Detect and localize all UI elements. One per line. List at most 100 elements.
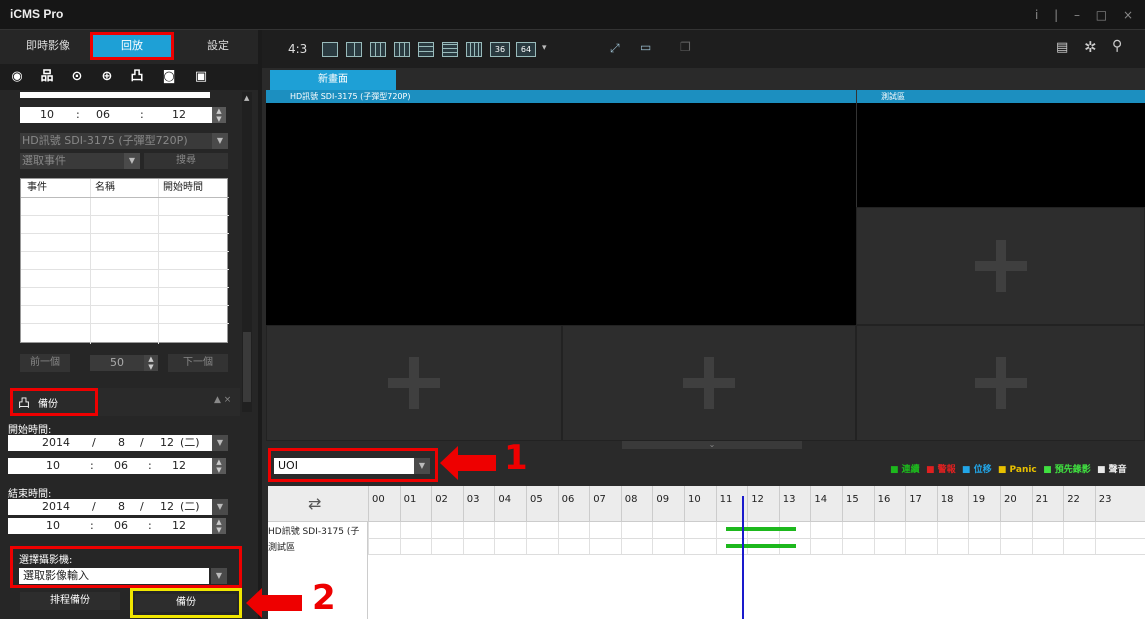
legend-continuous: ■ 連續 [890, 465, 920, 475]
hour-label: 10 [684, 486, 715, 522]
window-icon[interactable]: ❐ [680, 40, 691, 54]
group-dropdown[interactable]: UOI [274, 458, 414, 474]
refresh-icon[interactable]: ⇄ [308, 494, 321, 513]
recording-bar[interactable] [726, 527, 796, 531]
start-time-spinner[interactable]: ▲ ▼ [212, 458, 226, 474]
hour-label: 04 [494, 486, 525, 522]
prev-button[interactable]: 前一個 [20, 354, 70, 372]
add-channel-icon [974, 240, 1027, 292]
zoom-icon[interactable]: ⊕ [98, 68, 116, 86]
page-field[interactable]: 50 [90, 355, 144, 371]
layout-16-icon[interactable] [466, 42, 482, 57]
start-time-field[interactable]: 10 : 06 : 12 [8, 458, 212, 474]
window-controls[interactable]: i | – □ × [1035, 8, 1139, 22]
next-button[interactable]: 下一個 [168, 354, 228, 372]
chevron-down-icon[interactable]: ▼ [211, 568, 227, 584]
channel-2-view[interactable]: 測試區 [856, 90, 1145, 207]
event-select[interactable]: 選取事件 [20, 153, 124, 169]
layout-6-icon[interactable] [370, 42, 386, 57]
hour-label: 16 [873, 486, 905, 522]
search-icon[interactable]: ⚲ [1112, 38, 1122, 54]
chevron-down-icon[interactable]: ▼ [212, 133, 228, 149]
hour-label: 05 [526, 486, 557, 522]
layout-36-icon[interactable]: 36 [490, 42, 510, 57]
chevron-down-icon[interactable]: ▼ [414, 458, 430, 474]
time-spinner[interactable]: ▲ ▼ [212, 107, 226, 123]
empty-channel-slot[interactable] [856, 207, 1145, 325]
column-header-event[interactable]: 事件 [27, 179, 47, 197]
annotation-number-1: 1 [504, 438, 528, 478]
empty-channel-slot[interactable] [856, 325, 1145, 441]
end-time-label: 結束時間: [8, 489, 52, 500]
camera-select[interactable]: HD訊號 SDI-3175 (子彈型720P) [20, 133, 212, 149]
backup-icon[interactable]: 凸 [128, 68, 146, 86]
scrollbar[interactable]: ▲ [242, 92, 252, 412]
calendar-dropdown-icon[interactable]: ▼ [212, 435, 228, 451]
search-button[interactable]: 搜尋 [144, 153, 228, 169]
minute-value: 06 [96, 108, 110, 121]
tab-settings[interactable]: 設定 [188, 34, 248, 58]
backup-button[interactable]: 備份 [135, 594, 237, 612]
layout-more-icon[interactable]: ▾ [542, 43, 547, 53]
hour-label: 20 [1000, 486, 1031, 522]
end-time-field[interactable]: 10 : 06 : 12 [8, 518, 212, 534]
hour-label: 22 [1063, 486, 1094, 522]
hour-label: 07 [589, 486, 620, 522]
monitor-icon[interactable]: ▣ [192, 68, 210, 86]
empty-channel-slot[interactable] [266, 325, 562, 441]
tab-new-view[interactable]: 新畫面 [270, 70, 396, 90]
add-channel-icon [388, 357, 440, 409]
end-month: 8 [118, 500, 125, 513]
tab-live-view[interactable]: 即時影像 [18, 34, 78, 58]
keyboard-icon[interactable]: ▤ [1056, 40, 1068, 55]
layout-64-icon[interactable]: 64 [516, 42, 536, 57]
dropdown-highlight: UOI ▼ [268, 448, 438, 482]
playhead[interactable] [742, 496, 744, 619]
event-table: 事件 名稱 開始時間 [20, 178, 229, 344]
collapse-icon[interactable]: ▲ × [214, 395, 231, 405]
end-date-field[interactable]: 2014 / 8 / 12 (二) [8, 499, 212, 515]
multi-monitor-icon[interactable]: ▭ [640, 40, 651, 54]
hour-label: 14 [810, 486, 841, 522]
recording-bar[interactable] [726, 544, 796, 548]
tab-playback[interactable]: 回放 [90, 32, 174, 60]
hour-label: 21 [1031, 486, 1063, 522]
end-day: 12 [160, 500, 174, 513]
expand-icon[interactable]: ⤢ [610, 41, 620, 56]
chevron-down-icon[interactable]: ▼ [124, 153, 140, 169]
layout-13-icon[interactable] [442, 42, 458, 57]
end-time-spinner[interactable]: ▲ ▼ [212, 518, 226, 534]
eye-icon[interactable]: ◉ [8, 68, 26, 86]
start-date-field[interactable]: 2014 / 8 / 12 (二) [8, 435, 212, 451]
backup-header[interactable]: 凸 備份 ▲ × [10, 388, 240, 416]
empty-channel-slot[interactable] [562, 325, 856, 441]
network-icon[interactable]: 品 [38, 68, 56, 86]
legend-panic: ■ Panic [997, 465, 1037, 475]
timeline[interactable]: ⇄ 00 01 02 03 04 05 06 07 08 09 10 11 12 13 14 15 16 17 18… [268, 486, 1145, 619]
schedule-backup-button[interactable]: 排程備份 [20, 592, 120, 610]
row-label-2: 測試區 [268, 543, 296, 553]
layout-1-icon[interactable] [322, 42, 338, 57]
gear-icon[interactable]: ✲ [1084, 38, 1097, 56]
column-header-start-time[interactable]: 開始時間 [163, 179, 203, 197]
end-year: 2014 [42, 500, 70, 513]
end-second: 12 [172, 519, 186, 532]
layout-9-icon[interactable] [394, 42, 410, 57]
column-header-name[interactable]: 名稱 [95, 179, 115, 197]
app-window: iCMS Pro i | – □ × 即時影像 回放 設定 ◉ 品 ⊙ ⊕ 凸 … [0, 0, 1145, 619]
collapse-handle[interactable]: ⌄ [622, 441, 802, 449]
page-spinner[interactable]: ▲ ▼ [144, 355, 158, 371]
channel-1-view[interactable]: HD訊號 SDI-3175 (子彈型720P) [266, 90, 856, 325]
layout-10-icon[interactable] [418, 42, 434, 57]
play-circle-icon[interactable]: ⊙ [68, 68, 86, 86]
camera-icon[interactable]: ◙ [160, 68, 178, 86]
search-time-field[interactable]: 10 : 06 : 12 [20, 107, 212, 123]
layout-4-icon[interactable] [346, 42, 362, 57]
backup-title: 備份 [38, 399, 58, 410]
hour-label: 02 [431, 486, 462, 522]
calendar-dropdown-icon[interactable]: ▼ [212, 499, 228, 515]
camera-input-select[interactable]: 選取影像輸入 [19, 568, 209, 584]
hour-label: 17 [905, 486, 936, 522]
aspect-ratio[interactable]: 4:3 [288, 42, 307, 56]
end-weekday: (二) [180, 500, 200, 513]
